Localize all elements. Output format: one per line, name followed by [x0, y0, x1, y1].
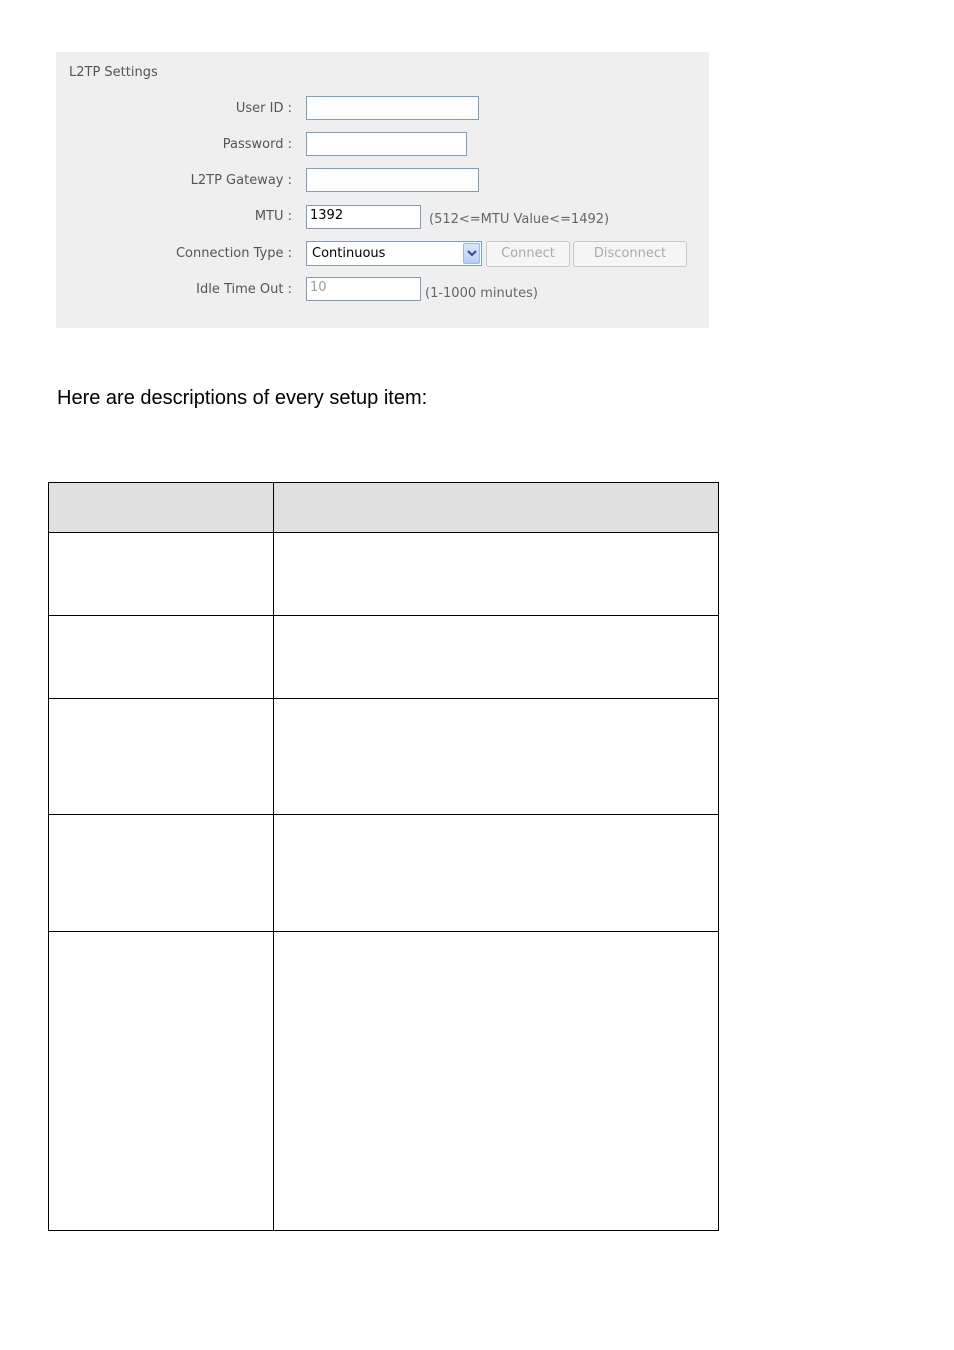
table-cell: [48, 615, 274, 699]
mtu-label: MTU :: [254, 209, 292, 224]
table-cell: [48, 698, 274, 815]
table-cell: [273, 615, 719, 699]
table-cell: [273, 814, 719, 932]
connection-type-label: Connection Type :: [175, 246, 292, 261]
l2tp-gateway-label: L2TP Gateway :: [190, 173, 292, 188]
idle-time-out-label: Idle Time Out :: [196, 282, 292, 297]
table-row: [48, 931, 719, 1231]
table-row: [48, 814, 719, 932]
table-cell: [273, 698, 719, 815]
setup-items-table: [48, 482, 719, 1231]
password-input[interactable]: [306, 132, 467, 156]
password-label: Password :: [222, 137, 292, 152]
l2tp-settings-panel: L2TP Settings User ID : Password : L2TP …: [56, 52, 709, 328]
table-cell: [273, 532, 719, 616]
user-id-label: User ID :: [235, 101, 292, 116]
table-header-cell: [273, 482, 719, 533]
mtu-hint: (512<=MTU Value<=1492): [429, 212, 610, 227]
panel-title: L2TP Settings: [69, 65, 158, 80]
table-row: [48, 698, 719, 815]
mtu-input[interactable]: 1392: [306, 205, 421, 229]
connection-type-select[interactable]: Continuous: [306, 241, 482, 266]
connect-button[interactable]: Connect: [486, 241, 570, 267]
disconnect-button[interactable]: Disconnect: [573, 241, 687, 267]
table-header-cell: [48, 482, 274, 533]
table-row: [48, 532, 719, 616]
connection-type-value: Continuous: [312, 246, 386, 261]
user-id-input[interactable]: [306, 96, 479, 120]
table-cell: [48, 814, 274, 932]
description-intro: Here are descriptions of every setup ite…: [57, 387, 428, 409]
table-row: [48, 615, 719, 699]
table-header-row: [48, 482, 719, 533]
l2tp-gateway-input[interactable]: [306, 168, 479, 192]
table-cell: [273, 931, 719, 1231]
idle-time-hint: (1-1000 minutes): [425, 286, 538, 301]
table-cell: [48, 931, 274, 1231]
chevron-down-icon[interactable]: [463, 243, 480, 264]
idle-time-out-input[interactable]: 10: [306, 277, 421, 301]
table-cell: [48, 532, 274, 616]
